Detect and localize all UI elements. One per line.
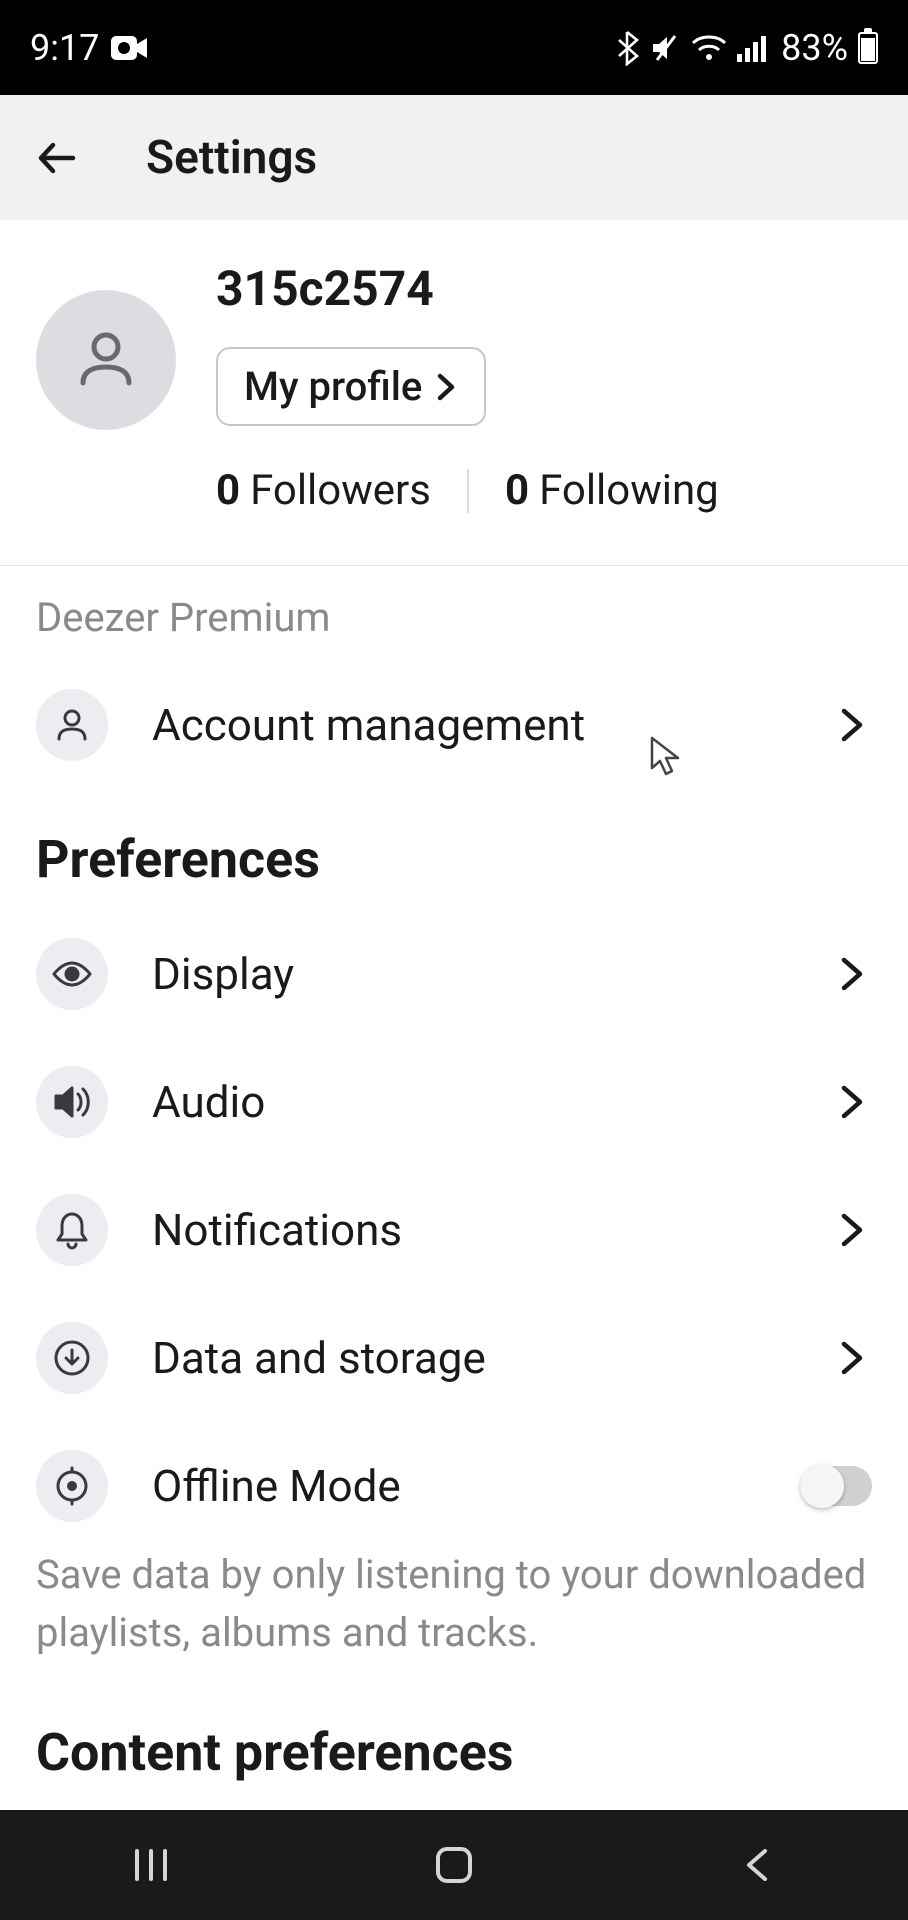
my-profile-button[interactable]: My profile bbox=[216, 347, 486, 426]
bell-icon bbox=[36, 1194, 108, 1266]
username: 315c2574 bbox=[216, 260, 872, 317]
display-label: Display bbox=[152, 948, 788, 1000]
battery-percent: 83% bbox=[781, 27, 848, 69]
settings-header: Settings bbox=[0, 95, 908, 220]
country-selector-row[interactable]: Country selector bbox=[0, 1803, 908, 1810]
signal-icon bbox=[737, 34, 767, 62]
following-stat[interactable]: 0 Following bbox=[505, 466, 719, 515]
content-preferences-heading: Content preferences bbox=[0, 1682, 908, 1803]
chevron-right-icon bbox=[832, 1210, 872, 1250]
display-row[interactable]: Display bbox=[0, 910, 908, 1038]
mute-icon bbox=[649, 32, 681, 64]
recent-apps-button[interactable] bbox=[121, 1835, 181, 1895]
download-icon bbox=[36, 1322, 108, 1394]
offline-mode-toggle[interactable] bbox=[800, 1466, 872, 1506]
wifi-icon bbox=[691, 33, 727, 63]
offline-help-text: Save data by only listening to your down… bbox=[0, 1536, 908, 1682]
chevron-right-icon bbox=[832, 1338, 872, 1378]
data-storage-label: Data and storage bbox=[152, 1332, 788, 1384]
following-count: 0 bbox=[505, 466, 529, 515]
speaker-icon bbox=[36, 1066, 108, 1138]
data-storage-row[interactable]: Data and storage bbox=[0, 1294, 908, 1422]
following-label: Following bbox=[539, 466, 719, 515]
audio-row[interactable]: Audio bbox=[0, 1038, 908, 1166]
person-icon bbox=[36, 689, 108, 761]
subscription-label: Deezer Premium bbox=[0, 566, 908, 661]
home-button[interactable] bbox=[424, 1835, 484, 1895]
account-management-label: Account management bbox=[152, 699, 788, 751]
eye-icon bbox=[36, 938, 108, 1010]
chevron-right-icon bbox=[434, 372, 458, 402]
offline-mode-label: Offline Mode bbox=[152, 1460, 756, 1512]
recording-icon bbox=[111, 34, 147, 62]
avatar[interactable] bbox=[36, 290, 176, 430]
back-nav-button[interactable] bbox=[727, 1835, 787, 1895]
status-time: 9:17 bbox=[30, 27, 99, 69]
offline-icon bbox=[36, 1450, 108, 1522]
followers-stat[interactable]: 0 Followers bbox=[216, 466, 431, 515]
status-bar: 9:17 83% bbox=[0, 0, 908, 95]
followers-count: 0 bbox=[216, 466, 240, 515]
settings-content: 315c2574 My profile 0 Followers 0 Follow… bbox=[0, 220, 908, 1810]
audio-label: Audio bbox=[152, 1076, 788, 1128]
chevron-right-icon bbox=[832, 954, 872, 994]
chevron-right-icon bbox=[832, 1082, 872, 1122]
profile-section: 315c2574 My profile 0 Followers 0 Follow… bbox=[0, 220, 908, 566]
notifications-label: Notifications bbox=[152, 1204, 788, 1256]
divider bbox=[467, 469, 469, 513]
notifications-row[interactable]: Notifications bbox=[0, 1166, 908, 1294]
battery-icon bbox=[858, 32, 878, 64]
my-profile-label: My profile bbox=[244, 363, 422, 410]
system-nav-bar bbox=[0, 1810, 908, 1920]
bluetooth-icon bbox=[615, 30, 639, 66]
back-button[interactable] bbox=[30, 130, 86, 186]
preferences-heading: Preferences bbox=[0, 789, 908, 910]
page-title: Settings bbox=[146, 131, 317, 185]
followers-label: Followers bbox=[250, 466, 431, 515]
account-management-row[interactable]: Account management bbox=[0, 661, 908, 789]
chevron-right-icon bbox=[832, 705, 872, 745]
offline-mode-row[interactable]: Offline Mode bbox=[0, 1422, 908, 1536]
